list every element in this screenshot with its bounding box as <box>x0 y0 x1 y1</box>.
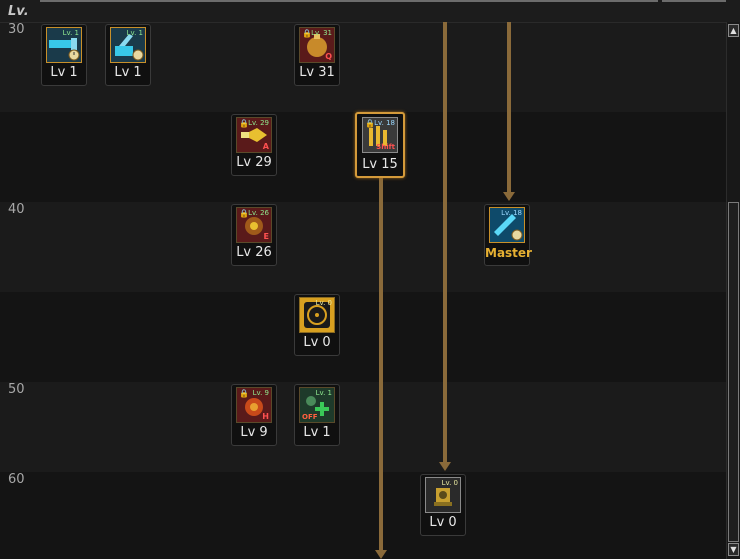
mini-level: Lv. 18 <box>501 209 522 217</box>
mine-icon: 🔒 Lv. 26 E <box>236 207 272 243</box>
target-icon: Lv. 0 <box>299 297 335 333</box>
skill-level: Lv 1 <box>50 65 78 80</box>
skill-link-arrow <box>507 22 511 192</box>
mini-level: Lv. 0 <box>441 479 458 487</box>
skill-level: Lv 0 <box>429 515 457 530</box>
cannon-clock-icon: Lv. 1 <box>46 27 82 63</box>
skill-slot[interactable]: 🔒 Lv. 9 H Lv 9 <box>231 384 277 446</box>
header-divider <box>662 0 726 2</box>
level-column-header: Lv. <box>8 4 29 19</box>
hotkey-label: E <box>263 232 269 241</box>
turret-clock-icon: Lv. 1 <box>110 27 146 63</box>
skill-slot[interactable]: Lv. 0 Lv 0 <box>294 294 340 356</box>
skill-level: Lv 1 <box>303 425 331 440</box>
arrow-head-icon <box>503 192 515 201</box>
mech-icon: Lv. 0 <box>425 477 461 513</box>
rail-clock-icon: Lv. 18 <box>489 207 525 243</box>
header-bar: Lv. <box>0 0 740 23</box>
vertical-scrollbar[interactable]: ▲ ▼ <box>726 22 740 559</box>
skill-slot-selected[interactable]: 🔒 Lv. 18 Shift Lv 15 <box>355 112 405 178</box>
scroll-up-button[interactable]: ▲ <box>728 24 739 37</box>
bomb-icon: 🔒 Lv. 9 H <box>236 387 272 423</box>
mini-level: Lv. 0 <box>315 299 332 307</box>
skill-slot[interactable]: Lv. 1 OFF Lv 1 <box>294 384 340 446</box>
skill-level: Master <box>485 246 532 260</box>
level-label-50: 50 <box>8 382 25 397</box>
mini-level: Lv. 29 <box>248 119 269 127</box>
hotkey-label: H <box>262 412 269 421</box>
hotkey-label: Shift <box>376 143 395 151</box>
skill-link-arrow <box>443 22 447 462</box>
skill-slot[interactable]: Lv. 1 Lv 1 <box>41 24 87 86</box>
grenade-icon: 🔒 Lv. 31 Q <box>299 27 335 63</box>
skill-slot[interactable]: 🔒 Lv. 26 E Lv 26 <box>231 204 277 266</box>
hotkey-label: Q <box>325 52 332 61</box>
skill-slot[interactable]: Lv. 1 Lv 1 <box>105 24 151 86</box>
skill-slot[interactable]: 🔒 Lv. 31 Q Lv 31 <box>294 24 340 86</box>
skill-level: Lv 0 <box>303 335 331 350</box>
scroll-down-button[interactable]: ▼ <box>728 543 739 556</box>
mini-level: Lv. 1 <box>62 29 79 37</box>
arrow-head-icon <box>439 462 451 471</box>
skill-level: Lv 31 <box>299 65 335 80</box>
scroll-thumb[interactable] <box>728 202 739 542</box>
row-band <box>0 472 726 559</box>
header-divider <box>40 0 658 2</box>
barrage-icon: 🔒 Lv. 18 Shift <box>362 117 398 153</box>
skill-link-arrow <box>379 178 383 550</box>
skill-level: Lv 29 <box>236 155 272 170</box>
mini-level: Lv. 18 <box>374 119 395 127</box>
skill-slot[interactable]: Lv. 18 Master <box>484 204 532 266</box>
mini-level: Lv. 9 <box>252 389 269 397</box>
heal-plus-icon: Lv. 1 OFF <box>299 387 335 423</box>
toggle-state-label: OFF <box>302 413 318 421</box>
lock-icon: 🔒 <box>239 389 249 398</box>
row-band <box>0 382 726 472</box>
row-band <box>0 202 726 292</box>
mini-level: Lv. 26 <box>248 209 269 217</box>
mini-level: Lv. 1 <box>126 29 143 37</box>
mini-level: Lv. 1 <box>315 389 332 397</box>
blast-icon: 🔒 Lv. 29 A <box>236 117 272 153</box>
level-label-30: 30 <box>8 22 25 37</box>
skill-slot[interactable]: 🔒 Lv. 29 A Lv 29 <box>231 114 277 176</box>
level-label-60: 60 <box>8 472 25 487</box>
arrow-head-icon <box>375 550 387 559</box>
level-label-40: 40 <box>8 202 25 217</box>
skill-level: Lv 1 <box>114 65 142 80</box>
hotkey-label: A <box>262 142 269 151</box>
row-band <box>0 292 726 382</box>
skill-level: Lv 9 <box>240 425 268 440</box>
skill-slot[interactable]: Lv. 0 Lv 0 <box>420 474 466 536</box>
skill-level: Lv 15 <box>362 157 398 172</box>
skill-level: Lv 26 <box>236 245 272 260</box>
mini-level: Lv. 31 <box>311 29 332 37</box>
